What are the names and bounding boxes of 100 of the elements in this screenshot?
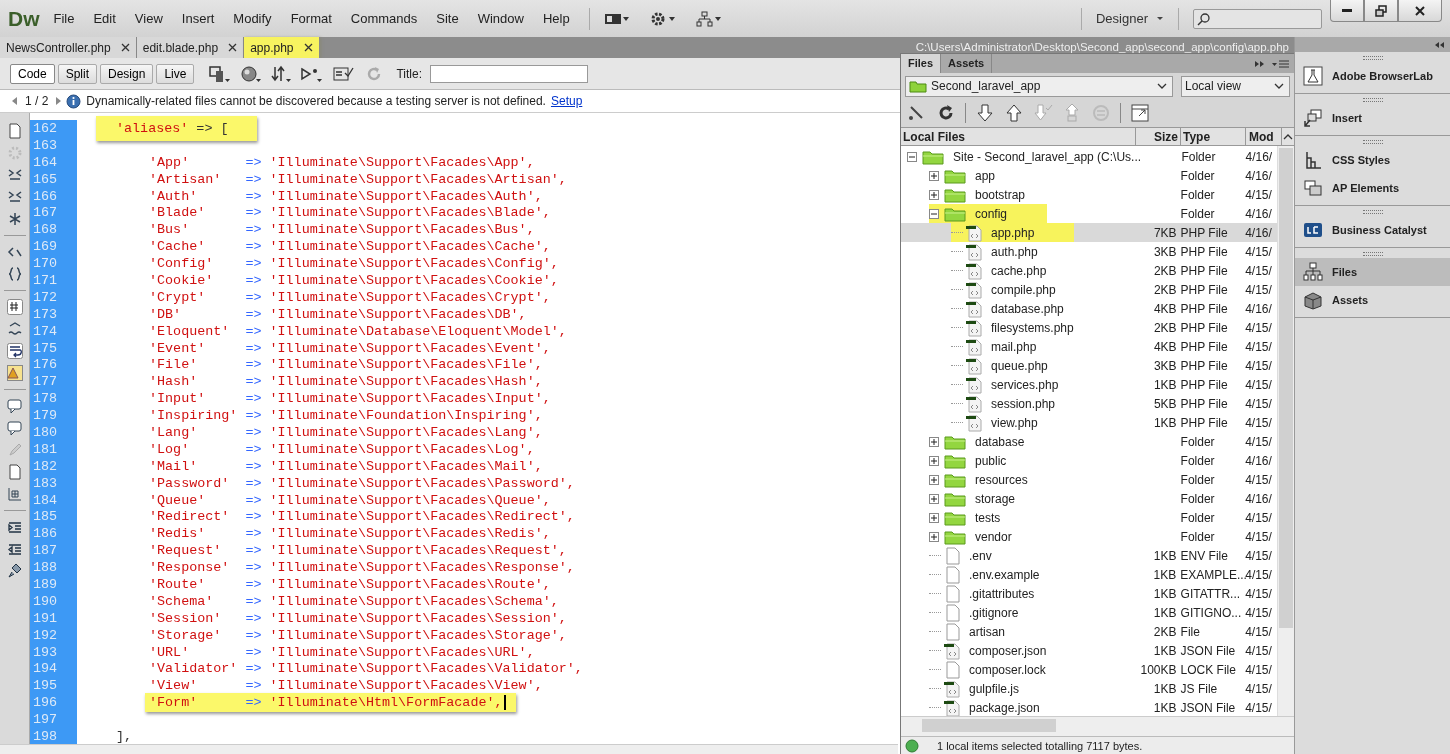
menu-item[interactable]: View — [134, 11, 163, 26]
sitemap-icon[interactable] — [695, 10, 722, 27]
view-button[interactable]: Code — [10, 63, 55, 84]
file-row[interactable]: database.php 4KB PHP File 4/16/ — [901, 299, 1277, 318]
file-row[interactable]: public Folder 4/16/ — [901, 451, 1277, 470]
horizontal-scrollbar[interactable] — [901, 716, 1294, 736]
menu-item[interactable]: Format — [290, 11, 332, 26]
menu-item[interactable]: Edit — [93, 11, 116, 26]
file-row[interactable]: app Folder 4/16/ — [901, 166, 1277, 185]
panel-item[interactable]: Files — [1295, 258, 1450, 286]
document-icon[interactable] — [6, 464, 23, 480]
down-arrow-icon[interactable] — [975, 103, 995, 123]
horizontal-scrollbar[interactable] — [0, 744, 898, 754]
document-tab[interactable]: edit.blade.php — [136, 37, 245, 58]
file-row[interactable]: .env.example 1KB EXAMPLE...4/15/ — [901, 565, 1277, 584]
setup-link[interactable]: Setup — [550, 94, 583, 108]
close-icon[interactable] — [303, 43, 313, 52]
panel-tab[interactable]: Files — [901, 54, 942, 73]
menu-item[interactable]: Site — [436, 11, 459, 26]
view-button[interactable]: Design — [100, 63, 154, 84]
panel-item[interactable]: AP Elements — [1295, 174, 1450, 202]
wave-icon[interactable] — [6, 321, 23, 337]
file-row[interactable]: compile.php 2KB PHP File 4/15/ — [901, 280, 1277, 299]
file-row[interactable]: auth.php 3KB PHP File 4/15/ — [901, 242, 1277, 261]
file-row[interactable]: app.php 7KB PHP File 4/16/ — [901, 223, 1277, 242]
hash-icon[interactable] — [6, 299, 23, 315]
file-row[interactable]: mail.php 4KB PHP File 4/15/ — [901, 337, 1277, 356]
collapse-panel-icon[interactable] — [1433, 40, 1445, 49]
document-icon[interactable] — [6, 123, 23, 139]
comment-icon[interactable] — [6, 420, 23, 436]
search-field[interactable] — [1193, 8, 1322, 29]
vertical-scrollbar[interactable] — [1277, 146, 1294, 716]
file-row[interactable]: .gitattributes 1KB GITATTR... 4/15/ — [901, 584, 1277, 603]
brush-icon[interactable] — [6, 563, 23, 579]
outdent-icon[interactable] — [6, 541, 23, 557]
file-row[interactable]: database Folder 4/15/ — [901, 432, 1277, 451]
file-row[interactable]: bootstrap Folder 4/15/ — [901, 185, 1277, 204]
close-icon[interactable] — [120, 43, 130, 52]
table-icon[interactable] — [6, 486, 23, 502]
previous-icon[interactable] — [12, 97, 18, 105]
workspace-switcher[interactable]: Designer — [1095, 11, 1164, 26]
gear-icon[interactable] — [649, 10, 676, 27]
file-row[interactable]: session.php 5KB PHP File 4/15/ — [901, 394, 1277, 413]
file-row[interactable]: composer.json 1KB JSON File 4/15/ — [901, 641, 1277, 660]
file-row[interactable]: .gitignore 1KB GITIGNO... 4/15/ — [901, 603, 1277, 622]
panel-item[interactable]: Assets — [1295, 286, 1450, 314]
menu-item[interactable]: Modify — [233, 11, 272, 26]
up-arrow-icon[interactable] — [1004, 103, 1024, 123]
restore-button[interactable] — [1364, 0, 1398, 22]
file-row[interactable]: tests Folder 4/15/ — [901, 508, 1277, 527]
view-button[interactable]: Split — [57, 63, 98, 84]
file-row[interactable]: queue.php 3KB PHP File 4/15/ — [901, 356, 1277, 375]
view-button[interactable]: Live — [156, 63, 195, 84]
file-row[interactable]: services.php 1KB PHP File 4/15/ — [901, 375, 1277, 394]
panel-item[interactable]: Adobe BrowserLab — [1295, 62, 1450, 90]
layout-icon[interactable] — [603, 11, 630, 26]
column-header[interactable]: Mod — [1246, 128, 1282, 145]
devices-icon[interactable] — [208, 63, 233, 84]
collapse-icon[interactable] — [929, 208, 939, 219]
menu-item[interactable]: File — [53, 11, 75, 26]
file-row[interactable]: config Folder 4/16/ — [901, 204, 1277, 223]
panel-item[interactable]: CSS Styles — [1295, 146, 1450, 174]
document-tab[interactable]: app.php — [244, 37, 320, 58]
panel-menu-icon[interactable] — [1272, 58, 1290, 69]
view-dropdown[interactable]: Local view — [1181, 75, 1290, 97]
collapse-icon[interactable] — [907, 151, 917, 162]
site-dropdown[interactable]: Second_laravel_app — [905, 75, 1173, 97]
close-button[interactable] — [1398, 0, 1442, 22]
file-row[interactable]: view.php 1KB PHP File 4/15/ — [901, 413, 1277, 432]
column-header[interactable]: Size — [1136, 128, 1181, 145]
file-row[interactable]: package.json 1KB JSON File 4/15/ — [901, 698, 1277, 716]
file-row[interactable]: resources Folder 4/15/ — [901, 470, 1277, 489]
minimize-button[interactable] — [1330, 0, 1364, 22]
globe-icon[interactable] — [240, 63, 263, 84]
title-field[interactable] — [429, 64, 588, 83]
collapse-icon[interactable] — [6, 167, 23, 183]
file-row[interactable]: filesystems.php 2KB PHP File 4/15/ — [901, 318, 1277, 337]
file-row[interactable]: Site - Second_laravel_app (C:\Us... Folder 4/16/ — [901, 147, 1277, 166]
panel-item[interactable]: Business Catalyst — [1295, 216, 1450, 244]
indent-icon[interactable] — [6, 519, 23, 535]
file-row[interactable]: gulpfile.js 1KB JS File 4/15/ — [901, 679, 1277, 698]
menu-item[interactable]: Window — [477, 11, 524, 26]
file-row[interactable]: storage Folder 4/16/ — [901, 489, 1277, 508]
file-row[interactable]: cache.php 2KB PHP File 4/15/ — [901, 261, 1277, 280]
braces-icon[interactable] — [6, 266, 23, 282]
expand-window-icon[interactable] — [1130, 103, 1150, 123]
file-row[interactable]: composer.lock 100KB LOCK File 4/15/ — [901, 660, 1277, 679]
menu-item[interactable]: Commands — [350, 11, 418, 26]
menu-item[interactable]: Insert — [181, 11, 215, 26]
menu-item[interactable]: Help — [542, 11, 570, 26]
file-row[interactable]: vendor Folder 4/15/ — [901, 527, 1277, 546]
column-header[interactable]: Local Files — [901, 128, 1136, 145]
wrap-icon[interactable] — [6, 343, 23, 359]
scroll-up-icon[interactable] — [1283, 133, 1293, 140]
collapse-icon[interactable] — [6, 189, 23, 205]
file-row[interactable]: artisan 2KB File 4/15/ — [901, 622, 1277, 641]
next-icon[interactable] — [55, 97, 62, 105]
close-icon[interactable] — [228, 43, 238, 52]
column-header[interactable]: Type — [1181, 128, 1246, 145]
file-row[interactable]: .env 1KB ENV File 4/15/ — [901, 546, 1277, 565]
